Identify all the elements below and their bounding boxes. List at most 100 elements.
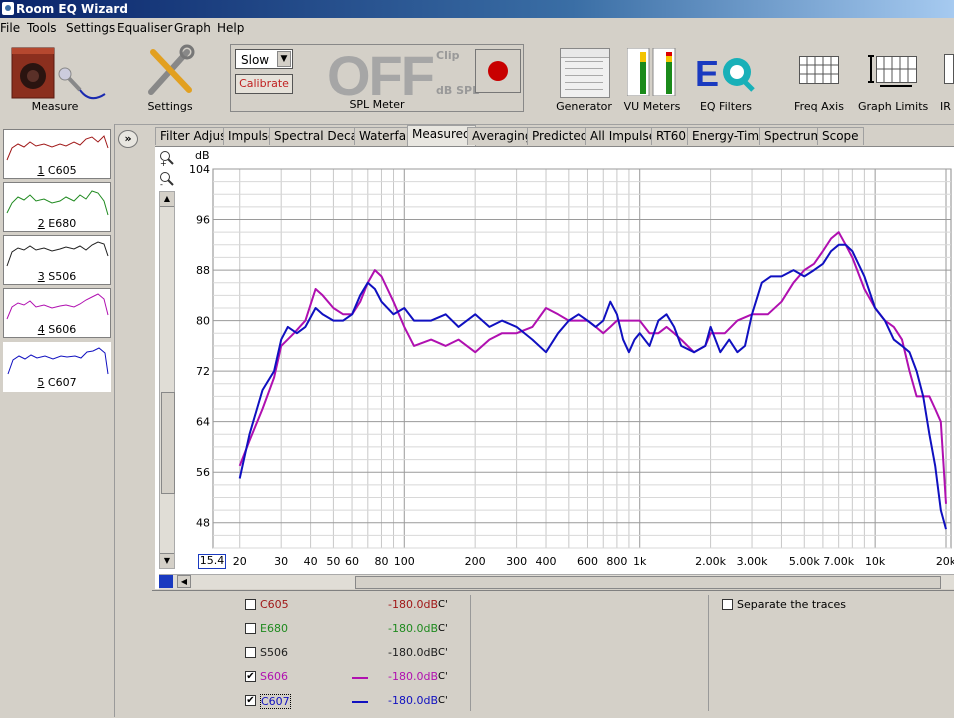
settings-button[interactable] (145, 44, 195, 98)
measurement-preview-3 (6, 241, 109, 267)
y-tick-label: 48 (196, 517, 210, 530)
spl-meter-label: SPL Meter (349, 98, 405, 111)
tab-predicted[interactable]: Predicted (527, 127, 594, 145)
measurement-label-4: 4 S606 (37, 323, 77, 336)
measurement-thumb-5[interactable]: 5 C607 (3, 342, 111, 392)
trace-checkbox[interactable] (245, 623, 256, 634)
trace-line-swatch (352, 677, 368, 679)
x-tick-label: 7.00k (823, 555, 854, 568)
x-tick-label: 3.00k (737, 555, 768, 568)
scroll-up-icon[interactable]: ▲ (160, 192, 174, 207)
clip-indicator: Clip (436, 49, 460, 62)
freq-axis-button[interactable] (799, 56, 839, 84)
freq-axis-label: Freq Axis (794, 100, 844, 113)
trace-row: ✔ S606 -180.0dB C' (152, 670, 470, 691)
measurement-label-1: 1 C605 (37, 164, 77, 177)
trace-value: -180.0dB (388, 694, 438, 707)
ir-windows-label: IR W (940, 100, 954, 113)
measurement-thumb-3[interactable]: 3 S506 (3, 235, 111, 285)
x-tick-labels: 20 30 40 50 60 80 100 200 300 400 600 800 1k 2.00k 3.0… (233, 555, 954, 568)
horizontal-scrollbar[interactable]: ◀ (159, 574, 954, 589)
x-tick-label: 60 (345, 555, 359, 568)
x-tick-label: 20 (233, 555, 247, 568)
y-axis-unit: dB (195, 149, 210, 162)
measure-label: Measure (31, 100, 79, 113)
menu-settings[interactable]: Settings (66, 21, 115, 35)
eq-filters-icon: E (695, 53, 755, 94)
measurement-label-3: 3 S506 (37, 270, 77, 283)
y-tick-label: 96 (196, 214, 210, 227)
menu-graph[interactable]: Graph (174, 21, 211, 35)
y-tick-label: 56 (196, 466, 210, 479)
measurement-thumb-1[interactable]: 1 C605 (3, 129, 111, 179)
x-tick-label: 80 (374, 555, 388, 568)
spl-mode-select[interactable]: Slow ▼ (235, 49, 293, 69)
tab-rt60[interactable]: RT60 (651, 127, 692, 145)
menu-equaliser[interactable]: Equaliser (117, 21, 172, 35)
record-button[interactable] (475, 49, 521, 93)
trace-checkbox[interactable] (245, 647, 256, 658)
trace-name: E680 (260, 622, 288, 635)
vertical-scrollbar[interactable]: ▲ ▼ (159, 191, 175, 569)
measurement-thumb-4[interactable]: 4 S606 (3, 288, 111, 338)
tab-scope[interactable]: Scope (817, 127, 864, 145)
measurement-preview-5 (7, 347, 109, 375)
trace-name: C607 (260, 694, 291, 709)
window-title: Room EQ Wizard (16, 2, 128, 16)
settings-label: Settings (147, 100, 193, 113)
x-start-field[interactable]: 15.4 (198, 554, 226, 569)
x-tick-label: 40 (304, 555, 318, 568)
save-icon[interactable] (159, 575, 173, 588)
scroll-left-icon[interactable]: ◀ (177, 575, 191, 588)
divider (708, 595, 709, 711)
menu-tools[interactable]: Tools (27, 21, 57, 35)
y-tick-labels: 104 96 88 80 72 64 56 48 (189, 163, 210, 530)
measure-button[interactable] (10, 46, 106, 106)
trace-line-swatch (352, 701, 368, 703)
vu-meters-button[interactable] (626, 47, 677, 97)
svg-text:E: E (695, 53, 719, 94)
graph-limits-label: Graph Limits (858, 100, 929, 113)
expand-panel-icon[interactable]: » (118, 130, 138, 148)
calibrate-button[interactable]: Calibrate (235, 74, 293, 94)
graph-limits-button[interactable] (866, 54, 918, 88)
trace-name: S506 (260, 646, 288, 659)
separate-traces-checkbox[interactable] (722, 599, 733, 610)
trace-checkbox[interactable] (245, 599, 256, 610)
divider (470, 595, 471, 711)
eq-filters-label: EQ Filters (699, 100, 753, 113)
scroll-down-icon[interactable]: ▼ (160, 553, 174, 568)
tab-measured[interactable]: Measured (407, 125, 476, 146)
y-tick-label: 88 (196, 264, 210, 277)
menu-file[interactable]: File (0, 21, 20, 35)
ir-windows-icon[interactable] (944, 54, 954, 84)
x-tick-label: 50 (326, 555, 340, 568)
trace-checkbox[interactable]: ✔ (245, 695, 256, 706)
horizontal-scroll-thumb[interactable] (355, 576, 941, 589)
generator-icon (561, 49, 609, 58)
separate-traces-label: Separate the traces (737, 598, 846, 611)
trace-checkbox[interactable]: ✔ (245, 671, 256, 682)
svg-text:-: - (160, 180, 163, 187)
record-icon (488, 61, 508, 81)
eq-filters-button[interactable]: E (695, 50, 757, 94)
x-tick-label: 20k (936, 555, 954, 568)
menu-help[interactable]: Help (217, 21, 244, 35)
trace-panel: C605 -180.0dB C' E680 -180.0dB C' S506 -180.0dB… (152, 590, 954, 718)
title-bar: Room EQ Wizard (0, 0, 954, 18)
measurement-preview-2 (6, 190, 109, 216)
zoom-out-icon[interactable]: - (159, 171, 175, 189)
menu-bar: File Tools Settings Equaliser Graph Help (0, 18, 954, 38)
trace-row: E680 -180.0dB C' (152, 622, 470, 643)
measurement-label-2: 2 E680 (37, 217, 77, 230)
zoom-in-icon[interactable]: + (159, 150, 175, 168)
measurement-thumb-2[interactable]: 2 E680 (3, 182, 111, 232)
frequency-response-chart: 104 96 88 80 72 64 56 48 20 30 40 50 60 80 100 200 300 4… (189, 163, 954, 568)
generator-button[interactable] (560, 48, 610, 98)
x-tick-label: 800 (606, 555, 627, 568)
y-tick-label: 64 (196, 416, 210, 429)
trace-value: -180.0dB (388, 598, 438, 611)
vu-meters-icon (626, 47, 676, 97)
vertical-scroll-thumb[interactable] (161, 392, 175, 494)
trace-unit: C' (438, 623, 448, 634)
